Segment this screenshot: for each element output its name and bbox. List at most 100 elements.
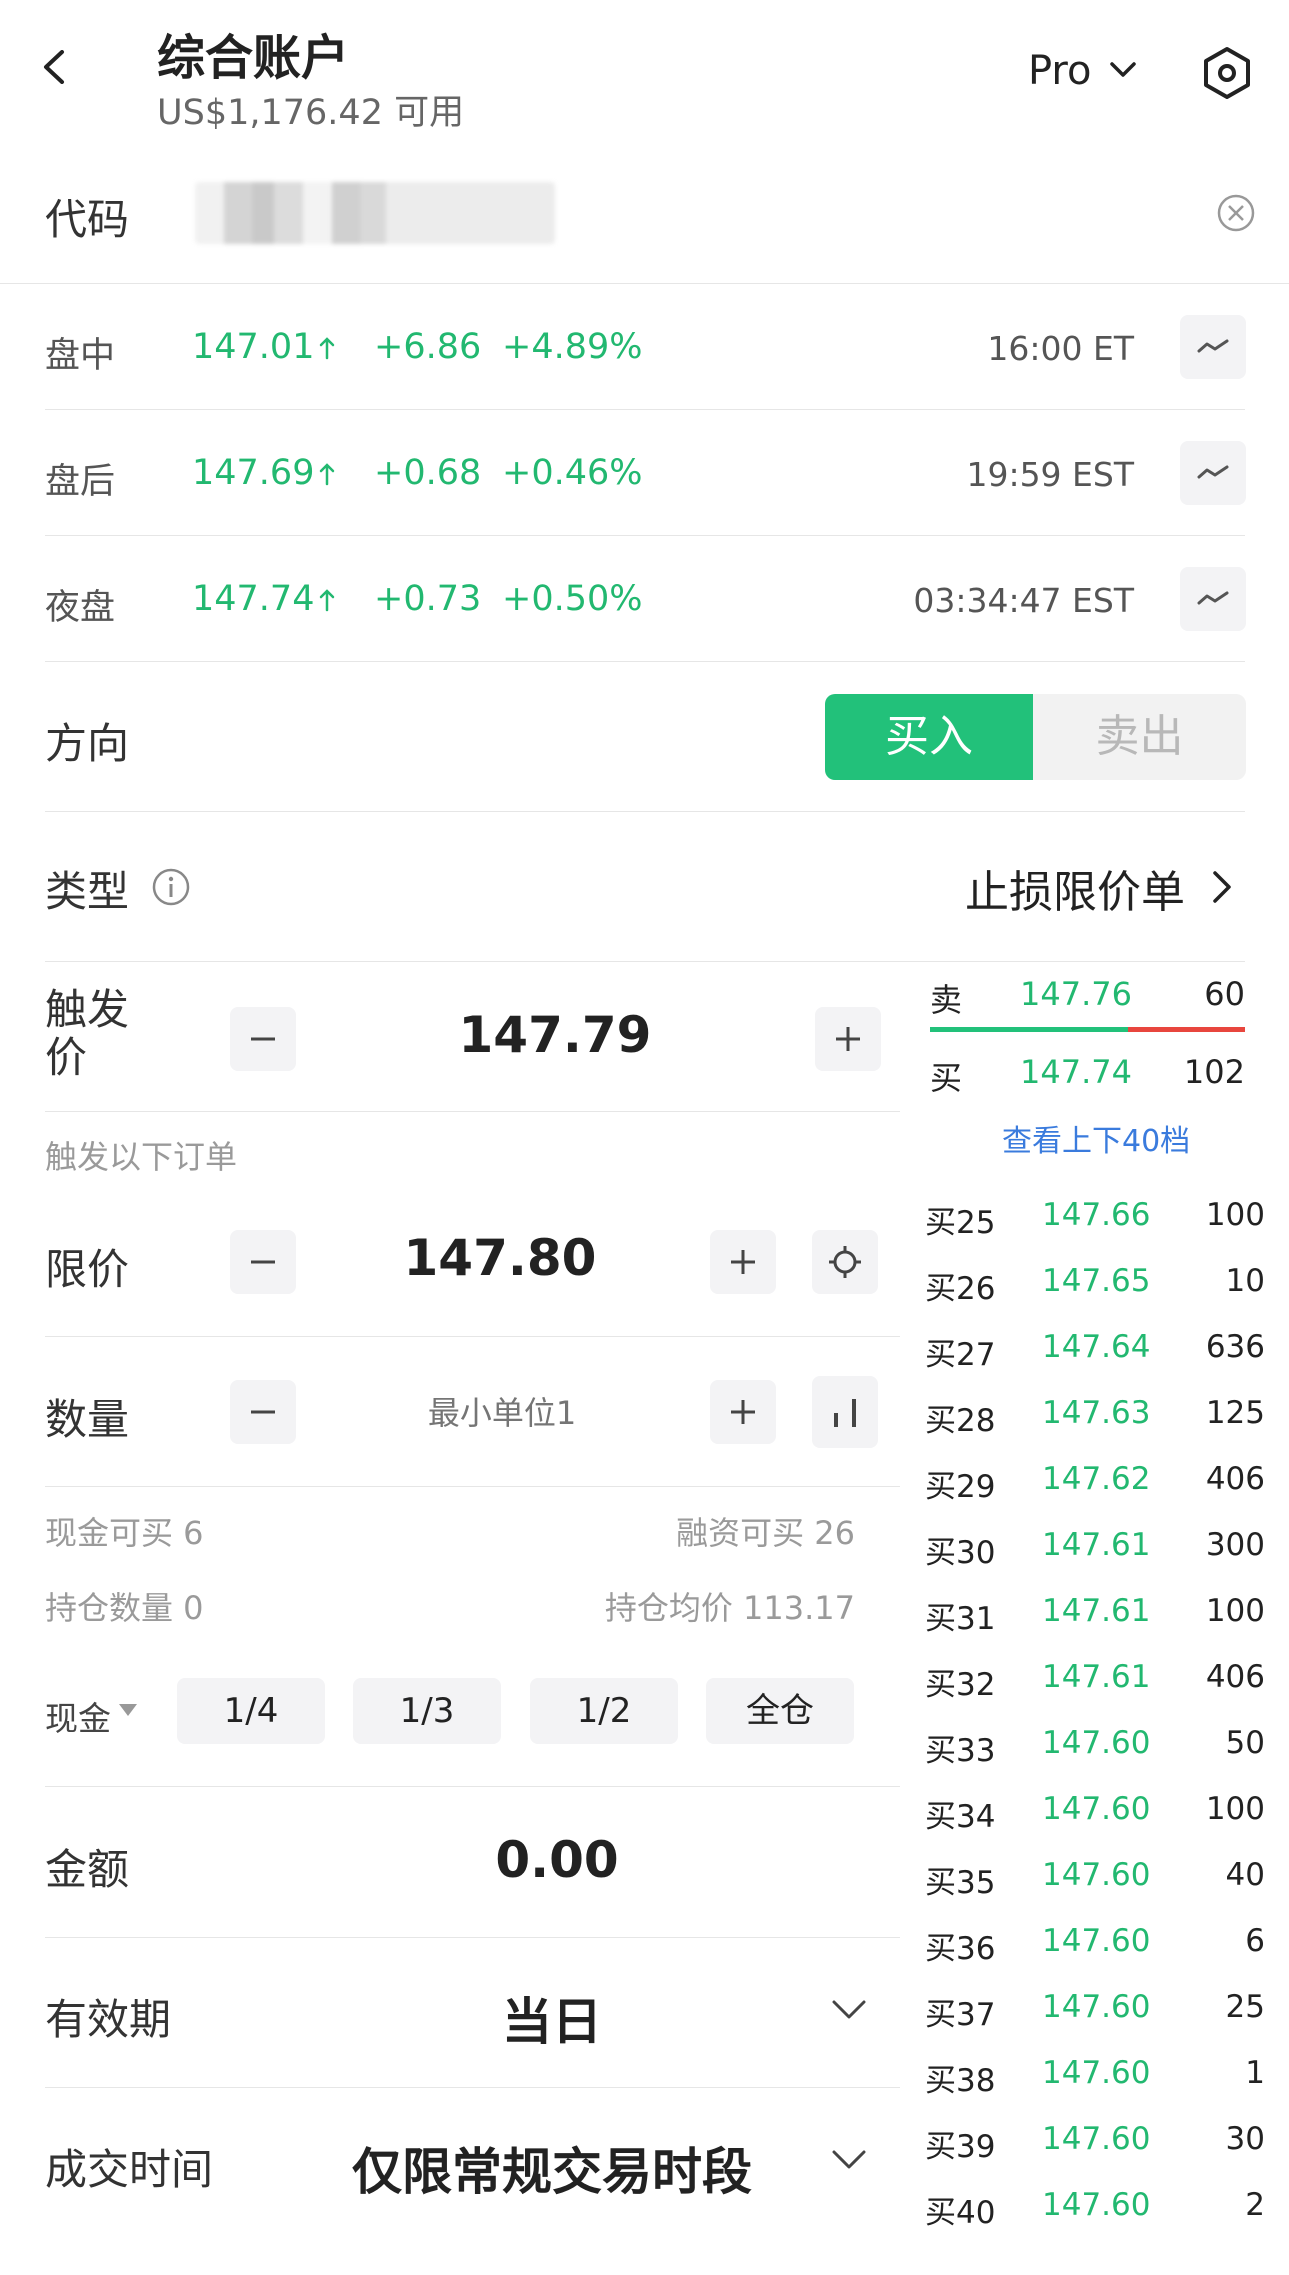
chart-button[interactable] (1180, 567, 1246, 631)
settings-icon[interactable] (1200, 46, 1254, 100)
fraction-full-button[interactable]: 全仓 (706, 1678, 854, 1744)
symbol-input[interactable] (195, 182, 555, 244)
trigger-increment-button[interactable] (815, 1007, 881, 1071)
order-type-label: 类型 (45, 867, 130, 916)
quantity-input[interactable] (345, 1380, 659, 1446)
level-price[interactable]: 147.60 (1042, 1791, 1150, 1827)
chart-button[interactable] (1180, 441, 1246, 505)
caret-down-icon[interactable] (118, 1703, 138, 1717)
level-name: 买37 (925, 1997, 996, 2033)
depth-level-row[interactable]: 买37 147.60 25 (925, 1989, 1265, 2055)
quote-change-pct: +4.89% (502, 327, 643, 367)
use-market-price-button[interactable] (812, 1230, 878, 1294)
level-price[interactable]: 147.61 (1042, 1593, 1150, 1629)
plus-icon (731, 1250, 755, 1274)
minus-icon (251, 1410, 275, 1414)
minus-icon (251, 1260, 275, 1264)
depth-level-row[interactable]: 买26 147.65 10 (925, 1263, 1265, 1329)
clear-icon[interactable] (1216, 193, 1256, 233)
bid-quantity: 102 (1183, 1053, 1245, 1091)
funding-source-selector[interactable]: 现金 (45, 1692, 111, 1740)
depth-level-row[interactable]: 买25 147.66 100 (925, 1197, 1265, 1263)
fraction-quarter-button[interactable]: 1/4 (177, 1678, 325, 1744)
depth-level-row[interactable]: 买38 147.60 1 (925, 2055, 1265, 2121)
level-price[interactable]: 147.61 (1042, 1659, 1150, 1695)
depth-level-row[interactable]: 买33 147.60 50 (925, 1725, 1265, 1791)
quote-change: +0.68 (374, 453, 482, 493)
trigger-price-input[interactable]: 147.79 (400, 1006, 710, 1064)
chevron-down-icon[interactable] (832, 2000, 866, 2020)
session-label: 成交时间 (45, 2145, 214, 2194)
quote-change-pct: +0.50% (502, 579, 643, 619)
level-name: 买36 (925, 1931, 996, 1967)
level-price[interactable]: 147.60 (1042, 1725, 1150, 1761)
level-price[interactable]: 147.60 (1042, 1989, 1150, 2025)
level-price[interactable]: 147.65 (1042, 1263, 1150, 1299)
trigger-decrement-button[interactable] (230, 1007, 296, 1071)
quantity-decrement-button[interactable] (230, 1380, 296, 1444)
depth-level-row[interactable]: 买35 147.60 40 (925, 1857, 1265, 1923)
ask-price[interactable]: 147.76 (1020, 975, 1132, 1013)
depth-level-row[interactable]: 买39 147.60 30 (925, 2121, 1265, 2187)
account-title: 综合账户 (157, 30, 350, 86)
level-name: 买30 (925, 1535, 996, 1571)
validity-selector[interactable]: 当日 (397, 1982, 707, 2054)
level-price[interactable]: 147.60 (1042, 1923, 1150, 1959)
quantity-bars-button[interactable] (812, 1376, 878, 1448)
session-label: 盘后 (45, 462, 116, 502)
level-price[interactable]: 147.60 (1042, 1857, 1150, 1893)
depth-level-row[interactable]: 买30 147.61 300 (925, 1527, 1265, 1593)
chart-button[interactable] (1180, 315, 1246, 379)
chevron-down-icon[interactable] (1110, 62, 1136, 78)
arrow-up-icon (319, 589, 335, 612)
session-selector[interactable]: 仅限常规交易时段 (347, 2132, 757, 2204)
buy-button[interactable]: 买入 (825, 694, 1033, 780)
depth-level-row[interactable]: 买34 147.60 100 (925, 1791, 1265, 1857)
limit-decrement-button[interactable] (230, 1230, 296, 1294)
level-quantity: 100 (1205, 1197, 1265, 1233)
depth-level-row[interactable]: 买32 147.61 406 (925, 1659, 1265, 1725)
sell-button[interactable]: 卖出 (1033, 694, 1246, 780)
level-name: 买33 (925, 1733, 996, 1769)
divider (45, 535, 1245, 536)
level-quantity: 300 (1205, 1527, 1265, 1563)
view-depth-link[interactable]: 查看上下40档 (1002, 1116, 1190, 1160)
level-name: 买27 (925, 1337, 996, 1373)
depth-level-row[interactable]: 买40 147.60 2 (925, 2187, 1265, 2253)
level-price[interactable]: 147.66 (1042, 1197, 1150, 1233)
divider (45, 961, 1245, 962)
depth-level-row[interactable]: 买31 147.61 100 (925, 1593, 1265, 1659)
plus-icon (836, 1027, 860, 1051)
quote-time: 03:34:47 EST (913, 581, 1134, 620)
depth-level-row[interactable]: 买29 147.62 406 (925, 1461, 1265, 1527)
bid-price[interactable]: 147.74 (1020, 1053, 1132, 1091)
chevron-right-icon[interactable] (1212, 870, 1232, 904)
depth-level-row[interactable]: 买28 147.63 125 (925, 1395, 1265, 1461)
fraction-third-button[interactable]: 1/3 (353, 1678, 501, 1744)
level-price[interactable]: 147.62 (1042, 1461, 1150, 1497)
level-quantity: 636 (1205, 1329, 1265, 1365)
level-quantity: 2 (1245, 2187, 1265, 2223)
level-price[interactable]: 147.64 (1042, 1329, 1150, 1365)
limit-increment-button[interactable] (710, 1230, 776, 1294)
level-price[interactable]: 147.60 (1042, 2055, 1150, 2091)
back-arrow-icon[interactable] (38, 50, 72, 84)
crosshair-icon (829, 1246, 861, 1278)
level-price[interactable]: 147.60 (1042, 2121, 1150, 2157)
level-price[interactable]: 147.63 (1042, 1395, 1150, 1431)
quantity-increment-button[interactable] (710, 1380, 776, 1444)
mode-selector[interactable]: Pro (1028, 48, 1091, 94)
chevron-down-icon[interactable] (832, 2150, 866, 2170)
limit-price-input[interactable]: 147.80 (345, 1229, 655, 1287)
divider (0, 283, 1289, 284)
level-price[interactable]: 147.61 (1042, 1527, 1150, 1563)
validity-label: 有效期 (45, 1995, 172, 2044)
depth-level-row[interactable]: 买36 147.60 6 (925, 1923, 1265, 1989)
info-icon[interactable] (151, 867, 191, 907)
divider (45, 2087, 900, 2088)
order-type-selector[interactable]: 止损限价单 (965, 856, 1185, 920)
fraction-half-button[interactable]: 1/2 (530, 1678, 678, 1744)
divider (45, 409, 1245, 410)
depth-level-row[interactable]: 买27 147.64 636 (925, 1329, 1265, 1395)
level-price[interactable]: 147.60 (1042, 2187, 1150, 2223)
